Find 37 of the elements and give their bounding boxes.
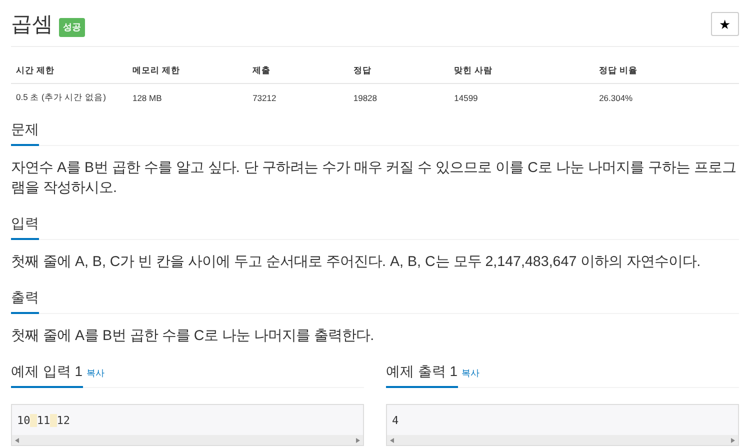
horizontal-scrollbar[interactable] xyxy=(387,435,738,445)
scroll-left-icon[interactable] xyxy=(390,438,394,442)
column-header: 메모리 제한 xyxy=(127,59,248,84)
code-text: 4 xyxy=(392,414,399,427)
code-text: 12 xyxy=(56,414,70,427)
section-heading: 출력 xyxy=(11,283,39,314)
column-header: 정답 xyxy=(348,59,450,84)
whitespace-highlight xyxy=(30,414,37,427)
problem-title: 곱셈 xyxy=(11,12,53,38)
code-text: 11 xyxy=(36,414,50,427)
status-badge: 성공 xyxy=(59,18,85,36)
section-text: 첫째 줄에 A를 B번 곱한 수를 C로 나눈 나머지를 출력한다. xyxy=(11,327,376,346)
table-cell: 73212 xyxy=(248,84,348,112)
section-text: 첫째 줄에 A, B, C가 빈 칸을 사이에 두고 순서대로 주어진다. A, B, C는 모두 2,147,483,647 이하의 자연수이다. xyxy=(11,253,702,272)
column-header: 정답 비율 xyxy=(594,59,739,84)
table-cell: 0.5 초 (추가 시간 없음) xyxy=(11,84,128,112)
sample-heading: 예제 입력 1 xyxy=(11,357,83,388)
scroll-left-icon[interactable] xyxy=(15,438,19,442)
table-cell: 19828 xyxy=(348,84,450,112)
favorite-button[interactable]: ★ xyxy=(711,12,739,36)
table-cell: 128 MB xyxy=(127,84,248,112)
code-text: 10 xyxy=(17,414,30,427)
table-cell: 14599 xyxy=(449,84,594,112)
table-cell: 26.304% xyxy=(594,84,739,112)
copy-link[interactable]: 복사 xyxy=(462,367,480,387)
copy-link[interactable]: 복사 xyxy=(86,367,105,387)
sample-heading: 예제 출력 1 xyxy=(386,357,458,388)
horizontal-scrollbar[interactable] xyxy=(12,435,363,445)
column-header: 맞힌 사람 xyxy=(449,59,594,84)
column-header: 시간 제한 xyxy=(11,59,128,84)
scroll-right-icon[interactable] xyxy=(731,438,735,442)
column-header: 제출 xyxy=(248,59,348,84)
section-text: 자연수 A를 B번 곱한 수를 알고 싶다. 단 구하려는 수가 매우 커질 수 있으므로 이를 C로 나눈 나머지를 구하는 프로그램을 작성하시오. xyxy=(11,159,737,198)
scroll-right-icon[interactable] xyxy=(356,438,360,442)
section-heading: 문제 xyxy=(11,115,39,146)
section-heading: 입력 xyxy=(11,209,39,240)
whitespace-highlight xyxy=(50,414,57,427)
